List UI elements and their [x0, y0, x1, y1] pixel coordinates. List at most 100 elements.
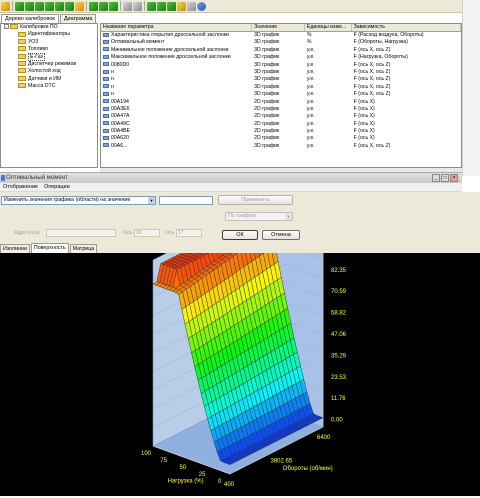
table-row[interactable]: 00A3E62D графику.е.F (ось X)	[101, 106, 461, 113]
write-ecu-icon[interactable]	[99, 2, 108, 11]
maximize-icon[interactable]: □	[441, 174, 449, 182]
surface-plot-area[interactable]: 94.1282.3570.5958.8247.0635.2923.5311.76…	[0, 253, 480, 496]
arrow-right-icon[interactable]	[45, 2, 54, 11]
folder-icon[interactable]	[177, 2, 186, 11]
menu-operations[interactable]: Операции	[41, 183, 73, 191]
table-row[interactable]: н3D графику.е.F (ось X, ось Z)	[101, 91, 461, 98]
table-row[interactable]: 00A1942D графику.е.F (ось X)	[101, 99, 461, 106]
table-cell: 3D график	[252, 91, 305, 98]
cell-text: F (ось X, ось Z)	[354, 62, 391, 68]
tree-item-fuel[interactable]: Топливо	[1, 46, 97, 53]
table-row[interactable]: н3D графику.е.F (ось X, ось Z)	[101, 84, 461, 91]
arrow-right-icon[interactable]	[55, 2, 64, 11]
open-folder-icon[interactable]	[1, 2, 10, 11]
save-icon[interactable]	[75, 2, 84, 11]
table-row[interactable]: Минимальное положение дроссельной заслон…	[101, 47, 461, 54]
z-axis-input[interactable]: 17	[176, 229, 202, 237]
table-row[interactable]: Максимальное положение дроссельной засло…	[101, 54, 461, 61]
table-cell: F (Нагрузка, Обороты)	[352, 54, 461, 61]
action-select[interactable]: Изменить значения графика (области) на з…	[1, 196, 156, 205]
menu-display[interactable]: Отображение	[0, 183, 41, 191]
arrow-right-icon[interactable]	[25, 2, 34, 11]
x-tick-label: 3802.65	[271, 459, 293, 465]
table-cell: 00A4BE	[101, 128, 252, 135]
apply-button[interactable]: Применить	[218, 195, 293, 205]
help-icon[interactable]	[197, 2, 206, 11]
options-icon[interactable]	[187, 2, 196, 11]
cell-text: F (ось X)	[354, 121, 375, 127]
compare-icon[interactable]	[109, 2, 118, 11]
tree-item-mass-dtc[interactable]: Масса DTC	[1, 83, 97, 90]
tab-isolines[interactable]: Изолинии	[0, 244, 30, 253]
arrow-right-icon[interactable]	[65, 2, 74, 11]
table-cell: 3D график	[252, 143, 305, 150]
cell-text: 3D график	[254, 32, 279, 38]
column-header[interactable]: Значение	[252, 24, 305, 31]
x-axis-input[interactable]	[46, 229, 116, 237]
chevron-down-icon[interactable]: ▼	[148, 197, 155, 204]
minimize-icon[interactable]: _	[432, 174, 440, 182]
chevron-down-icon[interactable]: ▼	[285, 213, 292, 220]
cell-text: 00A194	[111, 99, 129, 105]
graph-icon	[103, 107, 109, 111]
ok-button[interactable]: ОК	[222, 230, 258, 240]
table-row[interactable]: Оптимальный момент3D график%F (Обороты, …	[101, 39, 461, 46]
table-row[interactable]: 00A49C2D графику.е.F (ось X)	[101, 121, 461, 128]
z-tick-label: 11.76	[331, 396, 346, 402]
dialog-titlebar[interactable]: Оптимальный момент _ □ ×	[0, 172, 462, 183]
table-cell: F (ось X, ось Z)	[352, 76, 461, 83]
table-row[interactable]: Характеристика открытия дроссельной засл…	[101, 32, 461, 39]
copy-icon[interactable]	[123, 2, 132, 11]
arrow-right-icon[interactable]	[35, 2, 44, 11]
y-axis-input[interactable]: 00	[134, 229, 160, 237]
tree-item-sensors[interactable]: Датчики и ИМ	[1, 76, 97, 83]
table-row[interactable]: 00A6202D графику.е.F (ось X)	[101, 135, 461, 142]
read-ecu-icon[interactable]	[89, 2, 98, 11]
table-cell: н	[101, 69, 252, 76]
column-header[interactable]: Зависимость	[352, 24, 461, 31]
folder-icon	[18, 83, 26, 88]
tree-root[interactable]: -Калибровки ПО	[1, 24, 97, 31]
table-row[interactable]: 00A6...3D графику.е.F (ось X, ось Z)	[101, 143, 461, 150]
tree-item-idle[interactable]: Холостой ход	[1, 68, 97, 75]
transfer-icon[interactable]	[167, 2, 176, 11]
cell-text: F (Обороты, Нагрузка)	[354, 39, 408, 45]
cell-text: F (ось X)	[354, 135, 375, 141]
graph-icon	[103, 84, 109, 88]
close-icon[interactable]: ×	[450, 174, 458, 182]
table-cell: 2D график	[252, 128, 305, 135]
cell-text: F (Нагрузка, Обороты)	[354, 54, 408, 60]
table-cell: 3D график	[252, 32, 305, 39]
tree-item-label: Холостой ход	[28, 68, 61, 74]
folder-icon	[18, 68, 26, 73]
tree-item-identifiers[interactable]: Идентификаторы	[1, 31, 97, 38]
cancel-button[interactable]: Отмена	[262, 230, 300, 240]
column-header[interactable]: Название параметра	[101, 24, 252, 31]
table-row[interactable]: 00A47A2D графику.е.F (ось X)	[101, 113, 461, 120]
tree-item-egas[interactable]: Е-Газ	[1, 54, 97, 61]
table-row[interactable]: 0080D03D графику.е.F (ось X, ось Z)	[101, 62, 461, 69]
graph-icon	[103, 136, 109, 140]
table-cell: Оптимальный момент	[101, 39, 252, 46]
arrow-right-icon[interactable]	[15, 2, 24, 11]
table-row[interactable]: н3D графику.е.F (ось X, ось Z)	[101, 69, 461, 76]
graph-icon	[103, 40, 109, 44]
tab-matrix[interactable]: Матрица	[70, 244, 98, 253]
table-row[interactable]: 00A4BE2D графику.е.F (ось X)	[101, 128, 461, 135]
cell-text: у.е.	[307, 128, 315, 134]
column-header[interactable]: Единицы изме...	[305, 24, 352, 31]
checksum-icon[interactable]	[133, 2, 142, 11]
graph-icon	[103, 62, 109, 66]
export-icon[interactable]	[147, 2, 156, 11]
table-cell: у.е.	[305, 106, 352, 113]
mode-select[interactable]: По графику ▼	[225, 212, 293, 221]
collapse-icon[interactable]: -	[4, 24, 9, 29]
table-cell: F (ось X)	[352, 121, 461, 128]
tab-surface[interactable]: Поверхность	[31, 243, 69, 253]
tab-diagram[interactable]: Диаграмма	[60, 14, 97, 23]
import-icon[interactable]	[157, 2, 166, 11]
tree-item-uoz[interactable]: УОЗ	[1, 39, 97, 46]
table-row[interactable]: н3D графику.е.F (ось X, ось Z)	[101, 76, 461, 83]
value-input[interactable]	[159, 196, 213, 205]
cell-text: у.е.	[307, 106, 315, 112]
